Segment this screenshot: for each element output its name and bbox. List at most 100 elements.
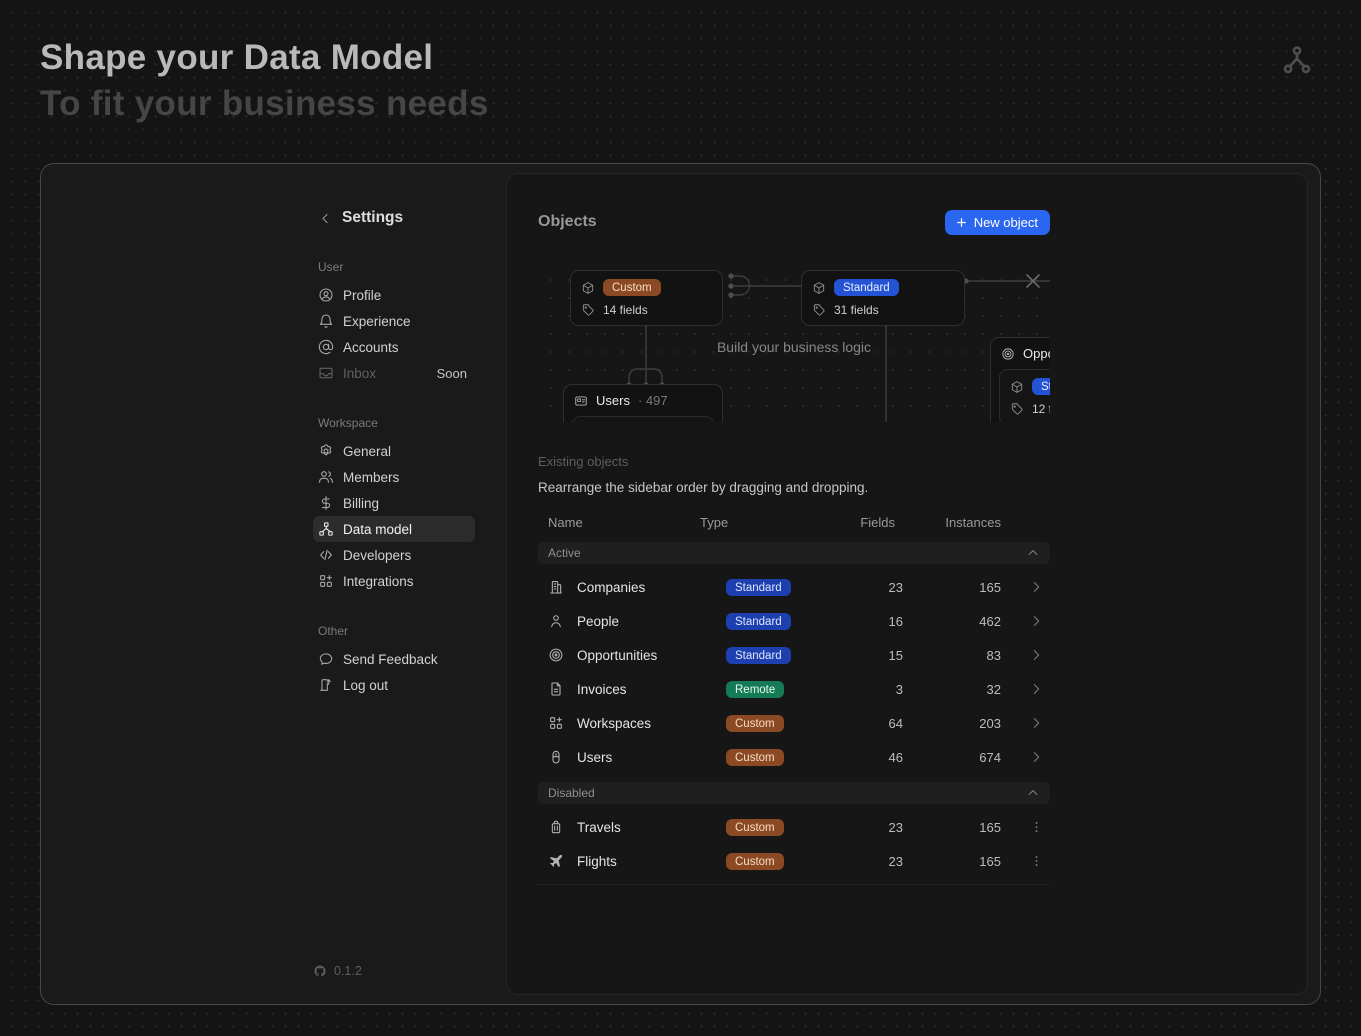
hero-title: Shape your Data Model (40, 36, 489, 80)
building-icon (548, 579, 564, 595)
table-row[interactable]: Opportunities Standard 15 83 (538, 638, 1050, 672)
table-header: Name Type Fields Instances (538, 507, 1050, 537)
sidebar-item-accounts[interactable]: Accounts (313, 334, 475, 360)
chevron-left-icon (318, 211, 333, 226)
chevron-up-icon[interactable] (1026, 546, 1040, 560)
code-icon (318, 547, 334, 563)
type-badge: Standard (726, 613, 791, 630)
settings-back[interactable]: Settings (313, 206, 475, 230)
table-row[interactable]: Users Custom 46 674 (538, 740, 1050, 774)
tag-icon (812, 303, 826, 317)
mouse-icon (548, 749, 564, 765)
at-sign-icon (318, 339, 334, 355)
section-label-workspace: Workspace (313, 416, 475, 432)
table-row[interactable]: Travels Custom 23 165 (538, 810, 1050, 844)
sidebar-item-inbox: Inbox Soon (313, 360, 475, 386)
chevron-right-icon[interactable] (1028, 579, 1044, 595)
type-badge: Standard (726, 579, 791, 596)
inbox-icon (318, 365, 334, 381)
luggage-icon (548, 819, 564, 835)
sidebar-item-experience[interactable]: Experience (313, 308, 475, 334)
sidebar-item-profile[interactable]: Profile (313, 282, 475, 308)
table-row[interactable]: Invoices Remote 3 32 (538, 672, 1050, 706)
hero: Shape your Data Model To fit your busine… (40, 36, 489, 126)
objects-panel: Objects New object (506, 173, 1308, 995)
table-row[interactable]: People Standard 16 462 (538, 604, 1050, 638)
chevron-up-icon[interactable] (1026, 786, 1040, 800)
type-badge: Custom (726, 853, 784, 870)
sidebar-section-workspace: Workspace General Members Billing Data m… (313, 416, 475, 594)
node-subpanel (572, 416, 714, 422)
data-model-icon (1281, 44, 1313, 76)
app-version: 0.1.2 (313, 964, 362, 978)
soon-badge: Soon (437, 366, 467, 381)
data-model-diagram[interactable]: Custom 14 fields Standard (538, 267, 1050, 422)
section-label-other: Other (313, 624, 475, 640)
sidebar-item-members[interactable]: Members (313, 464, 475, 490)
sidebar-item-billing[interactable]: Billing (313, 490, 475, 516)
type-badge: Remote (726, 681, 784, 698)
sidebar-item-log-out[interactable]: Log out (313, 672, 475, 698)
user-circle-icon (318, 287, 334, 303)
sidebar-section-other: Other Send Feedback Log out (313, 624, 475, 698)
tag-icon (581, 303, 595, 317)
group-header-disabled[interactable]: Disabled (538, 782, 1050, 804)
type-badge: Custom (726, 749, 784, 766)
cube-icon (581, 281, 595, 295)
type-badge: Standard (834, 279, 899, 296)
hero-subtitle: To fit your business needs (40, 82, 489, 126)
sidebar-item-general[interactable]: General (313, 438, 475, 464)
group-header-active[interactable]: Active (538, 542, 1050, 564)
kebab-menu-icon[interactable] (1029, 819, 1044, 835)
data-model-icon (318, 521, 334, 537)
github-icon (313, 964, 327, 978)
plane-icon (548, 853, 564, 869)
new-object-button[interactable]: New object (945, 210, 1050, 235)
logout-icon (318, 677, 334, 693)
sidebar-item-developers[interactable]: Developers (313, 542, 475, 568)
chevron-right-icon[interactable] (1028, 613, 1044, 629)
id-card-icon (574, 394, 588, 408)
settings-sidebar: Settings User Profile Experience Account… (313, 206, 475, 698)
diagram-node-standard[interactable]: Standard 31 fields (801, 270, 965, 326)
sidebar-item-data-model[interactable]: Data model (313, 516, 475, 542)
plus-icon (955, 216, 968, 229)
gear-icon (318, 443, 334, 459)
chevron-right-icon[interactable] (1028, 647, 1044, 663)
settings-card: Settings User Profile Experience Account… (40, 163, 1321, 1005)
diagram-hint: Build your business logic (538, 339, 1050, 355)
grid-plus-icon (318, 573, 334, 589)
target-icon (548, 647, 564, 663)
chevron-right-icon[interactable] (1028, 749, 1044, 765)
cube-icon (1010, 380, 1024, 394)
sidebar-item-integrations[interactable]: Integrations (313, 568, 475, 594)
chevron-right-icon[interactable] (1028, 681, 1044, 697)
section-label-user: User (313, 260, 475, 276)
objects-table: Name Type Fields Instances Active Compan… (538, 507, 1050, 885)
grid-plus-icon (548, 715, 564, 731)
users-icon (318, 469, 334, 485)
type-badge: Custom (603, 279, 661, 296)
type-badge: Custom (726, 715, 784, 732)
type-badge: Custom (726, 819, 784, 836)
chevron-right-icon[interactable] (1028, 715, 1044, 731)
person-icon (548, 613, 564, 629)
bell-icon (318, 313, 334, 329)
record-count: 497 (638, 393, 668, 408)
settings-title: Settings (342, 209, 403, 227)
diagram-node-users[interactable]: Users 497 (563, 384, 723, 422)
type-badge: Standard (726, 647, 791, 664)
existing-objects-description: Rearrange the sidebar order by dragging … (538, 480, 1050, 495)
sidebar-item-send-feedback[interactable]: Send Feedback (313, 646, 475, 672)
table-row[interactable]: Flights Custom 23 165 (538, 844, 1050, 878)
sidebar-section-user: User Profile Experience Accounts Inbox S… (313, 260, 475, 386)
dollar-icon (318, 495, 334, 511)
diagram-node-custom[interactable]: Custom 14 fields (570, 270, 723, 326)
table-row[interactable]: Workspaces Custom 64 203 (538, 706, 1050, 740)
document-icon (548, 681, 564, 697)
page-title: Objects (538, 213, 597, 231)
cube-icon (812, 281, 826, 295)
table-row[interactable]: Companies Standard 23 165 (538, 570, 1050, 604)
kebab-menu-icon[interactable] (1029, 853, 1044, 869)
existing-objects-heading: Existing objects (538, 454, 1050, 469)
